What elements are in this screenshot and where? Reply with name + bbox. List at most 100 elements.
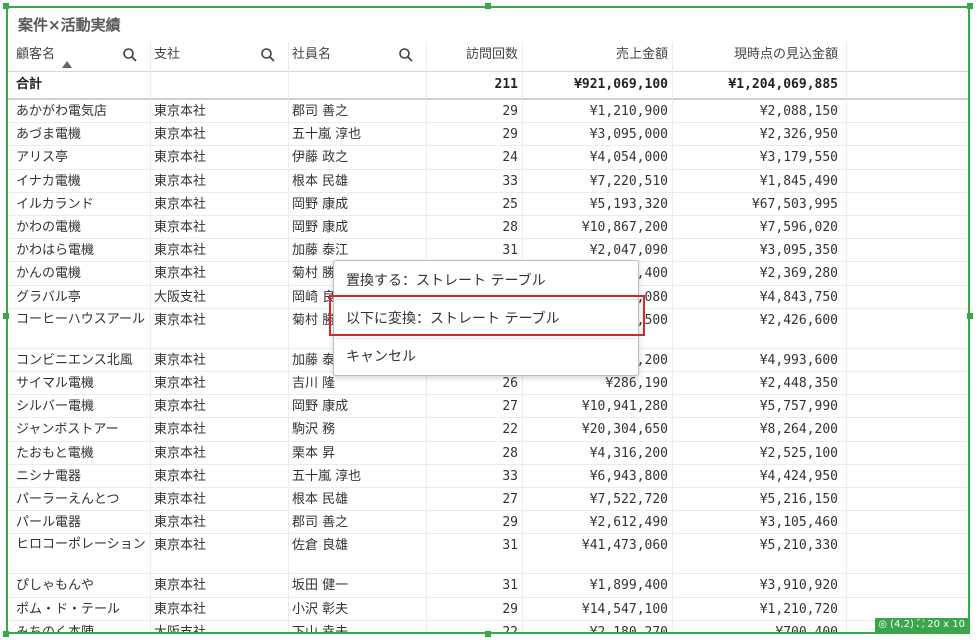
visits-cell[interactable]: 31 — [426, 239, 522, 261]
visits-cell[interactable]: 22 — [426, 418, 522, 440]
sales-cell[interactable]: ¥2,047,090 — [522, 239, 672, 261]
customer-cell[interactable]: コンビニエンス北風 — [12, 349, 150, 371]
forecast-cell[interactable]: ¥5,210,330 — [672, 534, 842, 573]
resize-handle[interactable] — [3, 313, 9, 319]
visits-cell[interactable]: 22 — [426, 621, 522, 632]
branch-cell[interactable]: 東京本社 — [150, 193, 288, 215]
visits-cell[interactable]: 28 — [426, 442, 522, 464]
employee-cell[interactable]: 根本 民雄 — [288, 170, 426, 192]
resize-handle[interactable] — [485, 3, 491, 9]
customer-cell[interactable]: かわの電機 — [12, 216, 150, 238]
column-header-visits[interactable]: 訪問回数 — [426, 42, 522, 71]
forecast-cell[interactable]: ¥3,105,460 — [672, 511, 842, 533]
employee-cell[interactable]: 郡司 善之 — [288, 100, 426, 122]
employee-cell[interactable]: 岡野 康成 — [288, 216, 426, 238]
customer-cell[interactable]: あづま電機 — [12, 123, 150, 145]
branch-cell[interactable]: 東京本社 — [150, 239, 288, 261]
forecast-cell[interactable]: ¥1,845,490 — [672, 170, 842, 192]
branch-cell[interactable]: 大阪支社 — [150, 621, 288, 632]
table-row[interactable]: ニシナ電器 東京本社 五十嵐 淳也 33 ¥6,943,800 ¥4,424,950 — [8, 465, 968, 488]
employee-cell[interactable]: 岡野 康成 — [288, 193, 426, 215]
branch-cell[interactable]: 東京本社 — [150, 262, 288, 284]
table-row[interactable]: イルカランド 東京本社 岡野 康成 25 ¥5,193,320 ¥67,503,995 — [8, 193, 968, 216]
column-header-forecast[interactable]: 現時点の見込金額 — [672, 42, 842, 71]
branch-cell[interactable]: 東京本社 — [150, 349, 288, 371]
sales-cell[interactable]: ¥2,612,490 — [522, 511, 672, 533]
table-row[interactable]: アリス亭 東京本社 伊藤 政之 24 ¥4,054,000 ¥3,179,550 — [8, 146, 968, 170]
forecast-cell[interactable]: ¥2,426,600 — [672, 309, 842, 348]
search-icon[interactable] — [398, 47, 414, 63]
table-row[interactable]: イナカ電機 東京本社 根本 民雄 33 ¥7,220,510 ¥1,845,490 — [8, 170, 968, 193]
sales-cell[interactable]: ¥7,220,510 — [522, 170, 672, 192]
customer-cell[interactable]: パール電器 — [12, 511, 150, 533]
customer-cell[interactable]: イナカ電機 — [12, 170, 150, 192]
visits-cell[interactable]: 25 — [426, 193, 522, 215]
forecast-cell[interactable]: ¥4,993,600 — [672, 349, 842, 371]
branch-cell[interactable]: 東京本社 — [150, 574, 288, 596]
sales-cell[interactable]: ¥1,210,900 — [522, 100, 672, 122]
resize-handle[interactable] — [3, 3, 9, 9]
forecast-cell[interactable]: ¥3,179,550 — [672, 146, 842, 168]
sales-cell[interactable]: ¥20,304,650 — [522, 418, 672, 440]
sales-cell[interactable]: ¥14,547,100 — [522, 598, 672, 620]
table-row[interactable]: ポム・ド・テール 東京本社 小沢 彰夫 29 ¥14,547,100 ¥1,210,720 — [8, 598, 968, 621]
sales-cell[interactable]: ¥10,867,200 — [522, 216, 672, 238]
forecast-cell[interactable]: ¥700,400 — [672, 621, 842, 632]
branch-cell[interactable]: 東京本社 — [150, 465, 288, 487]
forecast-cell[interactable]: ¥2,326,950 — [672, 123, 842, 145]
employee-cell[interactable]: 岡野 康成 — [288, 395, 426, 417]
visits-cell[interactable]: 29 — [426, 100, 522, 122]
branch-cell[interactable]: 東京本社 — [150, 418, 288, 440]
customer-cell[interactable]: グラバル亭 — [12, 286, 150, 308]
table-row[interactable]: パーラーえんとつ 東京本社 根本 民雄 27 ¥7,522,720 ¥5,216,150 — [8, 488, 968, 512]
forecast-cell[interactable]: ¥67,503,995 — [672, 193, 842, 215]
table-row[interactable]: シルバー電機 東京本社 岡野 康成 27 ¥10,941,280 ¥5,757,990 — [8, 395, 968, 419]
forecast-cell[interactable]: ¥5,216,150 — [672, 488, 842, 510]
sales-cell[interactable]: ¥1,899,400 — [522, 574, 672, 596]
customer-cell[interactable]: パーラーえんとつ — [12, 488, 150, 510]
employee-cell[interactable]: 佐倉 良雄 — [288, 534, 426, 573]
visits-cell[interactable]: 28 — [426, 216, 522, 238]
customer-cell[interactable]: コーヒーハウスアール — [12, 309, 150, 348]
visits-cell[interactable]: 29 — [426, 511, 522, 533]
forecast-cell[interactable]: ¥2,525,100 — [672, 442, 842, 464]
employee-cell[interactable]: 小沢 彰夫 — [288, 598, 426, 620]
forecast-cell[interactable]: ¥4,843,750 — [672, 286, 842, 308]
table-row[interactable]: あづま電機 東京本社 五十嵐 淳也 29 ¥3,095,000 ¥2,326,950 — [8, 123, 968, 147]
employee-cell[interactable]: 根本 民雄 — [288, 488, 426, 510]
resize-handle[interactable] — [3, 631, 9, 637]
employee-cell[interactable]: 加藤 泰江 — [288, 239, 426, 261]
employee-cell[interactable]: 五十嵐 淳也 — [288, 465, 426, 487]
resize-handle[interactable] — [967, 313, 973, 319]
forecast-cell[interactable]: ¥5,757,990 — [672, 395, 842, 417]
sales-cell[interactable]: ¥3,095,000 — [522, 123, 672, 145]
branch-cell[interactable]: 東京本社 — [150, 598, 288, 620]
employee-cell[interactable]: 五十嵐 淳也 — [288, 123, 426, 145]
employee-cell[interactable]: 坂田 健一 — [288, 574, 426, 596]
branch-cell[interactable]: 東京本社 — [150, 123, 288, 145]
visits-cell[interactable]: 31 — [426, 574, 522, 596]
sort-ascending-icon[interactable] — [62, 61, 72, 68]
branch-cell[interactable]: 大阪支社 — [150, 286, 288, 308]
visits-cell[interactable]: 33 — [426, 465, 522, 487]
branch-cell[interactable]: 東京本社 — [150, 170, 288, 192]
branch-cell[interactable]: 東京本社 — [150, 488, 288, 510]
visits-cell[interactable]: 29 — [426, 123, 522, 145]
customer-cell[interactable]: ニシナ電器 — [12, 465, 150, 487]
table-row[interactable]: ぴしゃもんや 東京本社 坂田 健一 31 ¥1,899,400 ¥3,910,920 — [8, 574, 968, 598]
table-row[interactable]: かわはら電機 東京本社 加藤 泰江 31 ¥2,047,090 ¥3,095,350 — [8, 239, 968, 263]
forecast-cell[interactable]: ¥8,264,200 — [672, 418, 842, 440]
visits-cell[interactable]: 31 — [426, 534, 522, 573]
customer-cell[interactable]: サイマル電機 — [12, 372, 150, 394]
table-row[interactable]: パール電器 東京本社 郡司 善之 29 ¥2,612,490 ¥3,105,460 — [8, 511, 968, 535]
customer-cell[interactable]: アリス亭 — [12, 146, 150, 168]
forecast-cell[interactable]: ¥2,448,350 — [672, 372, 842, 394]
sales-cell[interactable]: ¥4,054,000 — [522, 146, 672, 168]
customer-cell[interactable]: イルカランド — [12, 193, 150, 215]
customer-cell[interactable]: かわはら電機 — [12, 239, 150, 261]
customer-cell[interactable]: あかがわ電気店 — [12, 100, 150, 122]
visits-cell[interactable]: 27 — [426, 488, 522, 510]
forecast-cell[interactable]: ¥3,910,920 — [672, 574, 842, 596]
forecast-cell[interactable]: ¥7,596,020 — [672, 216, 842, 238]
employee-cell[interactable]: 駒沢 務 — [288, 418, 426, 440]
